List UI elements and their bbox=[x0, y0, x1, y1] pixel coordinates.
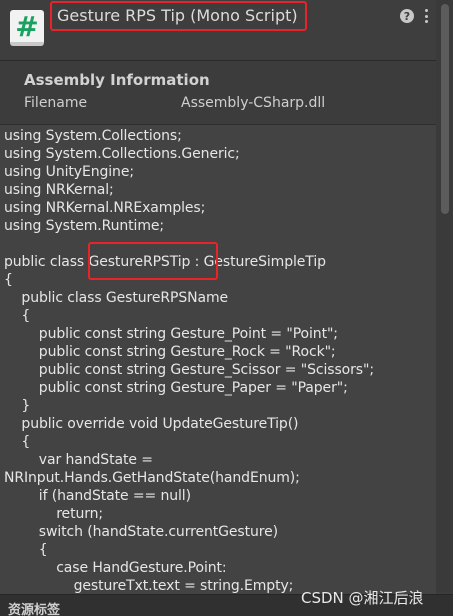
more-options-icon[interactable] bbox=[421, 7, 431, 25]
class-name-highlight-box bbox=[88, 242, 218, 280]
assembly-information-section: Assembly Information Filename Assembly-C… bbox=[0, 61, 453, 123]
scrollbar-thumb[interactable] bbox=[441, 4, 449, 214]
code-line: case HandGesture.Point: bbox=[4, 560, 227, 576]
code-line: NRInput.Hands.GetHandState(handEnum); bbox=[4, 470, 300, 486]
script-source-view[interactable]: using System.Collections; using System.Co… bbox=[0, 124, 436, 594]
code-line: using System.Runtime; bbox=[4, 218, 165, 234]
csharp-script-icon: # bbox=[10, 10, 44, 46]
code-line: using NRKernal.NRExamples; bbox=[4, 200, 206, 216]
code-line: public class GestureRPSName bbox=[4, 290, 229, 306]
code-line: using UnityEngine; bbox=[4, 164, 134, 180]
filename-value: Assembly-CSharp.dll bbox=[181, 95, 326, 111]
code-line: using System.Collections.Generic; bbox=[4, 146, 240, 162]
assembly-heading: Assembly Information bbox=[24, 71, 210, 89]
code-line: { bbox=[4, 542, 48, 558]
asset-labels-title: 资源标签 bbox=[8, 603, 61, 616]
hash-glyph: # bbox=[15, 10, 39, 43]
code-line: using NRKernal; bbox=[4, 182, 114, 198]
code-line: switch (handState.currentGesture) bbox=[4, 524, 278, 540]
code-line: public override void UpdateGestureTip() bbox=[4, 416, 299, 432]
code-line: public const string Gesture_Point = "Poi… bbox=[4, 326, 338, 342]
code-line: { bbox=[4, 434, 31, 450]
code-line: } bbox=[4, 398, 31, 414]
filename-label: Filename bbox=[24, 95, 88, 111]
code-line: public const string Gesture_Scissor = "S… bbox=[4, 362, 374, 378]
code-line: using System.Collections; bbox=[4, 128, 182, 144]
code-line: return; bbox=[4, 506, 104, 522]
code-line: public const string Gesture_Paper = "Pap… bbox=[4, 380, 348, 396]
csdn-watermark: CSDN @湘江后浪 bbox=[301, 589, 424, 607]
code-line: gestureTxt.text = string.Empty; bbox=[4, 578, 294, 594]
code-line: var handState = bbox=[4, 452, 153, 468]
code-line: { bbox=[4, 308, 31, 324]
help-glyph: ? bbox=[403, 9, 411, 23]
code-line: public const string Gesture_Rock = "Rock… bbox=[4, 344, 336, 360]
inspector-title: Gesture RPS Tip (Mono Script) bbox=[57, 6, 298, 25]
help-icon[interactable]: ? bbox=[400, 9, 414, 23]
code-line: if (handState == null) bbox=[4, 488, 191, 504]
inspector-header: # Gesture RPS Tip (Mono Script) ? bbox=[0, 0, 453, 60]
code-line: { bbox=[4, 272, 13, 288]
